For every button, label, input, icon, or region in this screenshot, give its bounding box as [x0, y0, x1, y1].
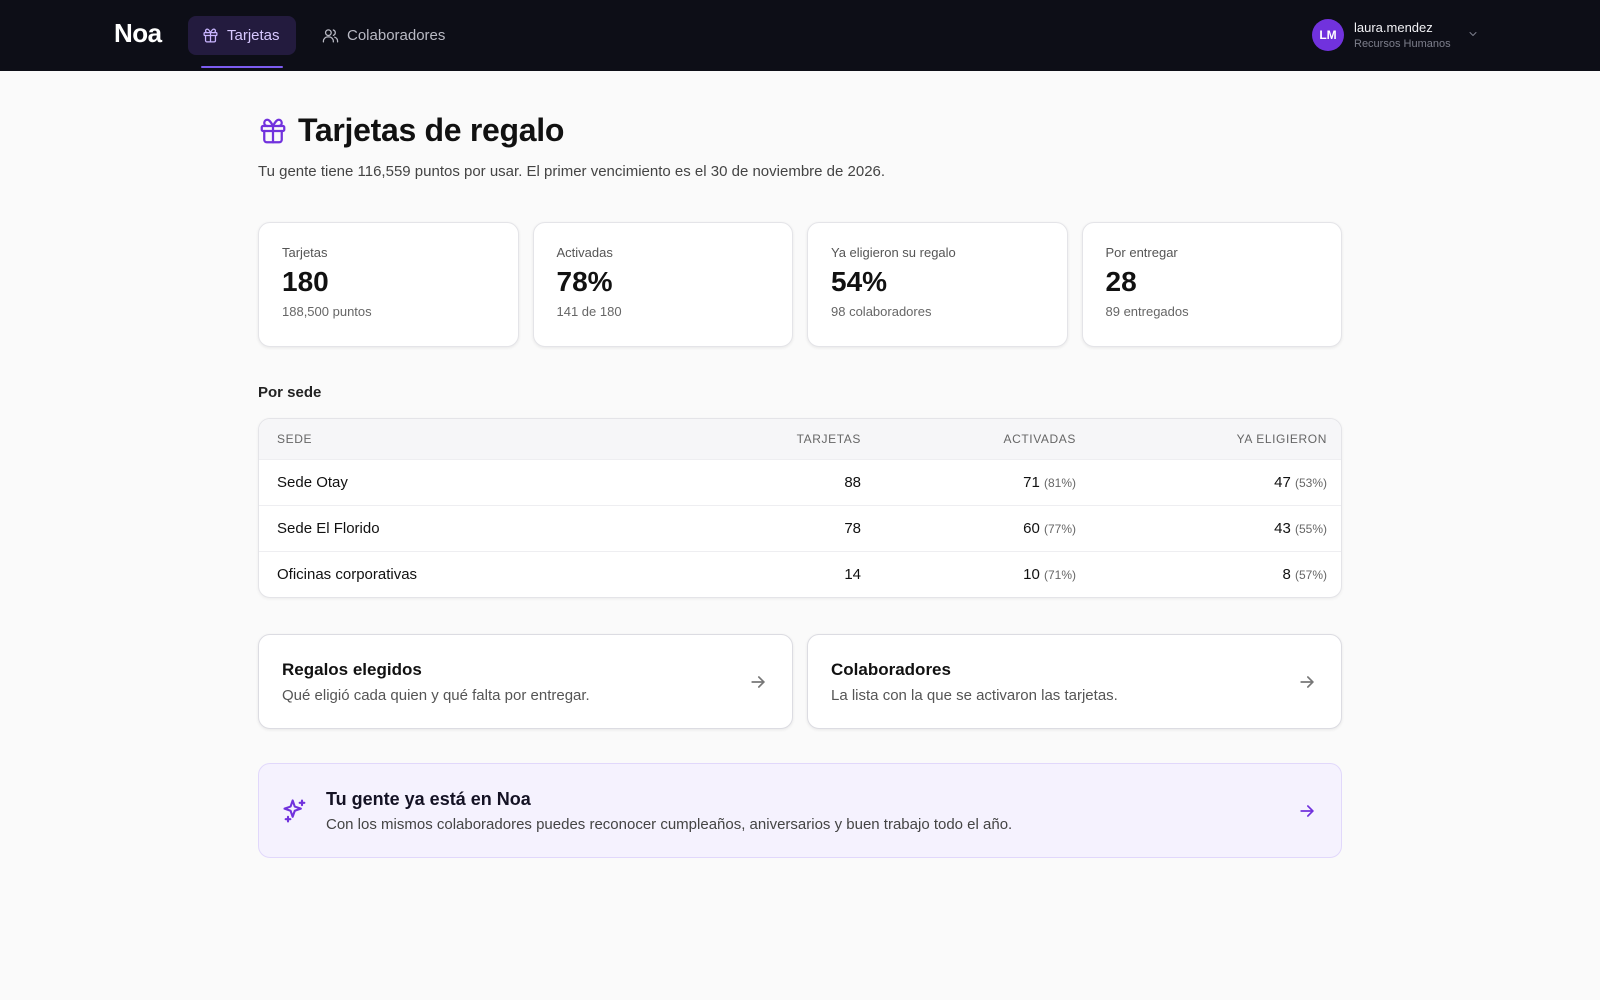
cell-eligieron: 43 (55%) [1274, 520, 1327, 537]
promo-banner[interactable]: Tu gente ya está en Noa Con los mismos c… [258, 763, 1342, 858]
user-role: Recursos Humanos [1354, 38, 1451, 50]
stat-value: 180 [282, 266, 329, 297]
section-title-por-sede: Por sede [258, 384, 322, 401]
header-ya-eligieron: YA ELIGIERON [1236, 432, 1327, 446]
cell-activadas: 10 (71%) [1023, 566, 1076, 583]
stat-value: 78% [556, 266, 613, 297]
colaboradores-card[interactable]: Colaboradores La lista con la que se act… [807, 634, 1342, 729]
cell-tarjetas: 14 [844, 566, 861, 583]
table-row: Oficinas corporativas 14 10 (71%) 8 (57%… [259, 551, 1341, 597]
tab-colaboradores[interactable]: Colaboradores [308, 16, 459, 55]
top-navigation-bar: Noa Tarjetas Colaboradores LM laura.mend… [0, 0, 1600, 71]
activadas-count: 60 [1023, 520, 1040, 537]
main-content: Tarjetas de regalo Tu gente tiene 116,55… [258, 112, 1342, 858]
stat-sub: 188,500 puntos [282, 304, 372, 319]
table-header: SEDE TARJETAS ACTIVADAS YA ELIGIERON [259, 419, 1341, 459]
table-row: Sede Otay 88 71 (81%) 47 (53%) [259, 459, 1341, 505]
cell-sede: Sede El Florido [277, 520, 380, 537]
avatar: LM [1312, 19, 1344, 51]
user-name: laura.mendez [1354, 20, 1433, 35]
card-title: Colaboradores [831, 660, 951, 679]
gift-icon [203, 28, 218, 43]
active-tab-indicator [201, 66, 283, 68]
cell-eligieron: 47 (53%) [1274, 474, 1327, 491]
activadas-count: 10 [1023, 566, 1040, 583]
card-description: Qué eligió cada quien y qué falta por en… [282, 687, 590, 704]
stat-value: 28 [1105, 266, 1137, 297]
header-activadas: ACTIVADAS [1003, 432, 1076, 446]
tab-colaboradores-label: Colaboradores [347, 27, 446, 44]
stat-sub: 98 colaboradores [831, 304, 932, 319]
cell-activadas: 60 (77%) [1023, 520, 1076, 537]
chevron-down-icon[interactable] [1467, 28, 1479, 40]
stat-card-tarjetas: Tarjetas 180 188,500 puntos [258, 222, 519, 347]
stat-value: 54% [831, 266, 888, 297]
eligieron-count: 43 [1274, 520, 1291, 537]
eligieron-pct: (55%) [1294, 522, 1327, 536]
cell-activadas: 71 (81%) [1023, 474, 1076, 491]
stat-label: Ya eligieron su regalo [831, 245, 956, 260]
card-description: La lista con la que se activaron las tar… [831, 687, 1118, 704]
eligieron-pct: (57%) [1294, 568, 1327, 582]
stat-card-activadas: Activadas 78% 141 de 180 [532, 222, 793, 347]
activadas-pct: (81%) [1043, 476, 1076, 490]
stats-row: Tarjetas 180 188,500 puntos Activadas 78… [258, 222, 1342, 347]
sites-table: SEDE TARJETAS ACTIVADAS YA ELIGIERON Sed… [258, 418, 1342, 598]
regalos-elegidos-card[interactable]: Regalos elegidos Qué eligió cada quien y… [258, 634, 793, 729]
card-title: Regalos elegidos [282, 660, 422, 679]
header-tarjetas: TARJETAS [796, 432, 861, 446]
promo-title: Tu gente ya está en Noa [326, 789, 531, 809]
eligieron-count: 8 [1282, 566, 1291, 583]
table-row: Sede El Florido 78 60 (77%) 43 (55%) [259, 505, 1341, 551]
stat-label: Por entregar [1105, 245, 1178, 260]
eligieron-pct: (53%) [1294, 476, 1327, 490]
activadas-count: 71 [1023, 474, 1040, 491]
app-logo[interactable]: Noa [114, 18, 162, 49]
stat-sub: 89 entregados [1105, 304, 1189, 319]
eligieron-count: 47 [1274, 474, 1291, 491]
header-sede: SEDE [277, 432, 313, 446]
cell-sede: Sede Otay [277, 474, 348, 491]
stat-card-eligieron: Ya eligieron su regalo 54% 98 colaborado… [807, 222, 1068, 347]
cell-sede: Oficinas corporativas [277, 566, 418, 583]
activadas-pct: (71%) [1043, 568, 1076, 582]
link-cards: Regalos elegidos Qué eligió cada quien y… [258, 634, 1342, 729]
promo-description: Con los mismos colaboradores puedes reco… [326, 816, 1013, 833]
stat-label: Activadas [556, 245, 613, 260]
page-subtitle: Tu gente tiene 116,559 puntos por usar. … [258, 163, 886, 180]
stat-label: Tarjetas [282, 245, 328, 260]
arrow-right-icon [1300, 805, 1314, 817]
user-menu[interactable]: LM laura.mendez Recursos Humanos [1312, 19, 1451, 51]
tab-tarjetas-label: Tarjetas [227, 27, 280, 44]
arrow-right-icon [751, 676, 765, 688]
stat-sub: 141 de 180 [556, 304, 622, 319]
gift-icon [260, 118, 286, 143]
sparkles-icon [283, 799, 306, 823]
activadas-pct: (77%) [1043, 522, 1076, 536]
cell-tarjetas: 88 [844, 474, 861, 491]
tab-tarjetas[interactable]: Tarjetas [188, 16, 296, 55]
arrow-right-icon [1300, 676, 1314, 688]
page-title: Tarjetas de regalo [298, 112, 565, 148]
stat-card-por-entregar: Por entregar 28 89 entregados [1081, 222, 1342, 347]
cell-tarjetas: 78 [844, 520, 861, 537]
page-header: Tarjetas de regalo [258, 112, 1342, 149]
cell-eligieron: 8 (57%) [1282, 566, 1327, 583]
users-icon [322, 29, 339, 43]
